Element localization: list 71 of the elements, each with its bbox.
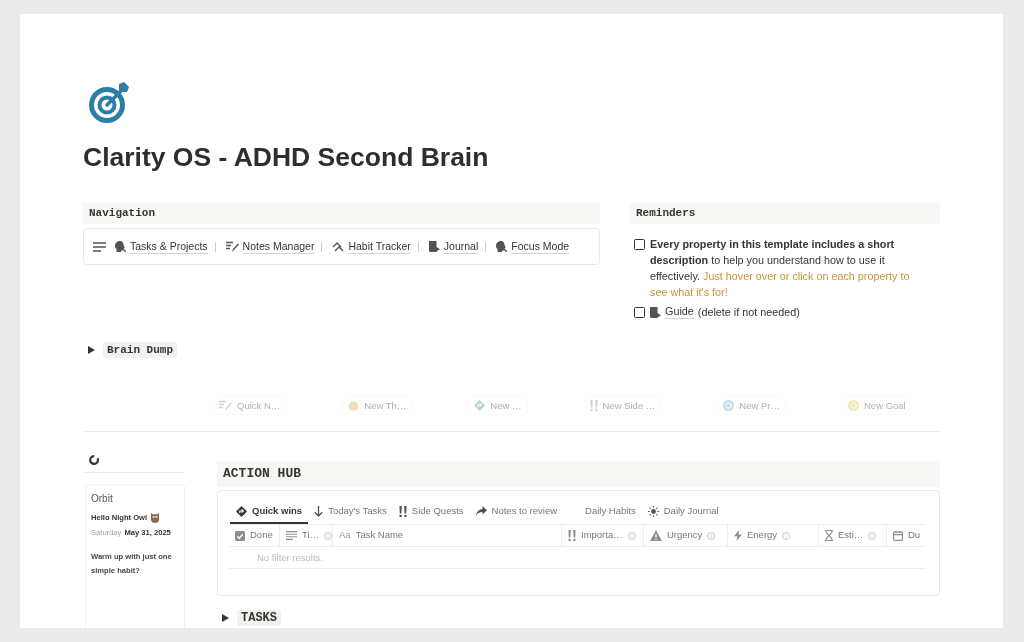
ring-icon [89, 455, 99, 465]
chevrons-icon [332, 241, 345, 252]
double-exclamation-icon [398, 505, 407, 517]
section-heading: Reminders [630, 203, 940, 224]
column-header[interactable]: Energy [728, 525, 819, 546]
book-icon [428, 241, 440, 252]
empty-state-text: No filter results. [229, 547, 926, 569]
page-link[interactable]: Habit Tracker [332, 239, 411, 254]
pen-lines-icon [219, 400, 232, 411]
pen-lines-icon [225, 241, 239, 252]
column-label: Done [250, 528, 273, 543]
toggle-heading: Brain Dump [103, 342, 177, 358]
view-tab[interactable]: Daily Journal [641, 500, 725, 524]
column-header[interactable]: Esti… [819, 525, 887, 546]
checkbox-icon [235, 530, 245, 541]
reminder-text: (delete if not needed) [697, 305, 800, 320]
section-heading: ACTION HUB [217, 461, 940, 487]
widget-title: Orbit [91, 492, 114, 505]
column-header[interactable]: Ti… [280, 525, 333, 546]
sun-icon [647, 505, 659, 517]
target-icon [848, 400, 859, 411]
double-exclamation-icon [568, 530, 576, 541]
text-lines-icon [286, 531, 297, 540]
diamond-arrow-icon [236, 505, 247, 517]
page-link[interactable]: Journal [428, 239, 479, 254]
calendar-icon [893, 530, 903, 541]
toggle-triangle-icon[interactable] [88, 346, 95, 354]
checkbox[interactable] [634, 307, 645, 318]
owl-icon [151, 513, 160, 523]
column-label: Energy [747, 528, 778, 543]
toggle-triangle-icon[interactable] [222, 614, 229, 622]
column-label: Task Name [355, 528, 404, 543]
double-exclamation-icon [589, 400, 598, 411]
view-tab[interactable]: Quick wins [230, 500, 309, 524]
text-type-icon: Aa [339, 528, 351, 543]
target-icon [723, 400, 735, 411]
page-title: Clarity OS - ADHD Second Brain [83, 141, 490, 173]
section-heading: Navigation [83, 203, 600, 224]
reminder-text: Every property in this template includes a short description to help you understand how to use it effectively. Just hover over or click on each property to see what it's for! [650, 237, 911, 300]
view-tab[interactable]: Daily Habits [563, 500, 642, 524]
column-label: Esti… [838, 528, 864, 543]
checkbox[interactable] [634, 239, 645, 250]
lightning-icon [734, 530, 742, 541]
column-header[interactable]: Importa… [562, 525, 644, 546]
head-icon [115, 241, 126, 252]
share-arrow-icon [475, 506, 487, 516]
view-tab[interactable]: Side Quests [392, 500, 470, 524]
page-link[interactable]: Guide [650, 305, 694, 319]
page-link[interactable]: Notes Manager [225, 239, 315, 254]
diamond-arrow-icon [474, 400, 486, 411]
column-header[interactable]: Du [887, 525, 926, 546]
head-icon [496, 241, 508, 252]
column-header[interactable]: Urgency [644, 525, 728, 546]
hourglass-icon [825, 530, 833, 541]
view-tab[interactable]: Notes to review [469, 500, 564, 524]
menu-icon[interactable] [93, 241, 106, 252]
column-header[interactable]: Done [229, 525, 280, 546]
book-icon [650, 306, 661, 318]
brain-icon [348, 400, 360, 411]
column-label: Du [908, 528, 921, 543]
column-header[interactable]: Aa Task Name [333, 525, 562, 546]
page-link[interactable]: Tasks & Projects [115, 239, 208, 254]
column-label: Importa… [581, 528, 623, 543]
column-label: Ti… [302, 528, 320, 543]
target-icon [88, 82, 130, 124]
view-tab[interactable]: Today's Tasks [308, 500, 393, 524]
page-link[interactable]: Focus Mode [496, 239, 570, 254]
arrow-down-icon [314, 505, 324, 517]
column-label: Urgency [667, 528, 703, 543]
toggle-heading: TASKS [237, 610, 281, 626]
warning-icon [650, 530, 662, 541]
